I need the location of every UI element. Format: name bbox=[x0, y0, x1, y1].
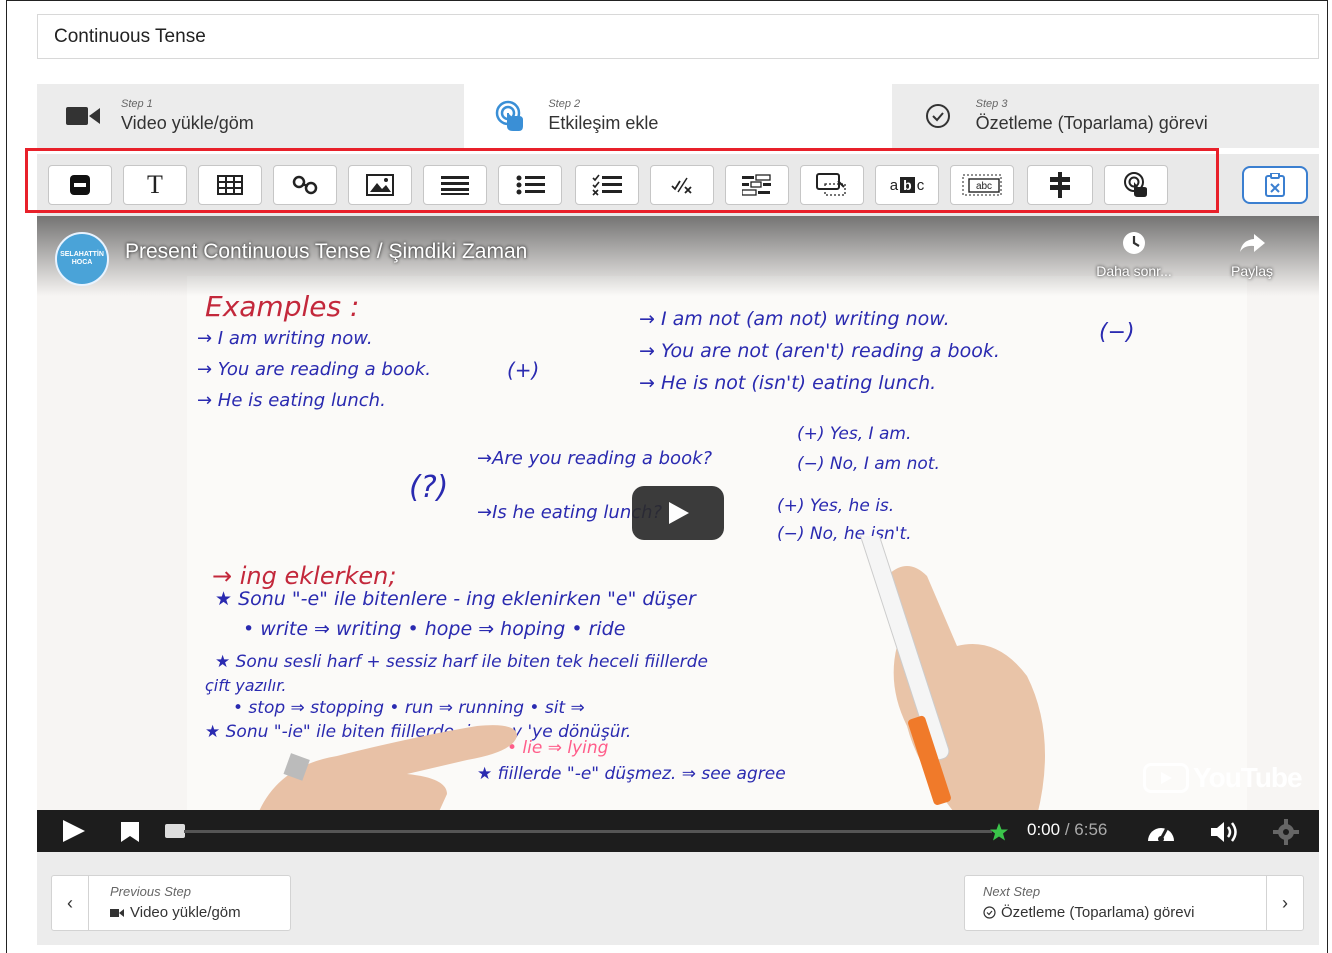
settings-button[interactable] bbox=[1273, 819, 1299, 850]
play-icon bbox=[63, 820, 85, 842]
clipboard-icon bbox=[1265, 173, 1285, 197]
board-ing-head: → ing eklerken; bbox=[212, 562, 397, 590]
interaction-marker[interactable] bbox=[989, 822, 1009, 847]
video-player[interactable]: Examples : → I am writing now. → You are… bbox=[37, 216, 1319, 852]
step-2-tab[interactable]: Step 2 Etkileşim ekle bbox=[464, 84, 892, 148]
gear-icon bbox=[1273, 819, 1299, 845]
step-label: Video yükle/göm bbox=[121, 113, 254, 133]
chevron-right-icon: › bbox=[1266, 876, 1303, 930]
paste-button[interactable] bbox=[1242, 166, 1308, 204]
video-title[interactable]: Present Continuous Tense / Şimdiki Zaman bbox=[125, 240, 527, 264]
volume-button[interactable] bbox=[1209, 819, 1241, 850]
step-label: Özetleme (Toparlama) görevi bbox=[975, 113, 1208, 133]
previous-step-button[interactable]: ‹ Previous Step Video yükle/göm bbox=[51, 875, 291, 931]
step-tabs: Step 1 Video yükle/göm Step 2 Etkileşim … bbox=[37, 84, 1319, 148]
watch-later-label: Daha sonr... bbox=[1096, 263, 1172, 279]
step-1-tab[interactable]: Step 1 Video yükle/göm bbox=[37, 84, 464, 148]
play-button[interactable] bbox=[61, 819, 87, 848]
board-r1: ★ Sonu "-e" ile bitenlere - ing eklenirk… bbox=[215, 588, 696, 610]
board-q-sign: (?) bbox=[409, 470, 449, 505]
board-pos2: → You are reading a book. bbox=[197, 359, 432, 380]
progress-bar[interactable] bbox=[184, 830, 992, 833]
time-separator: / bbox=[1060, 820, 1075, 839]
single-choice-icon[interactable] bbox=[498, 165, 562, 205]
board-neg1: → I am not (am not) writing now. bbox=[639, 308, 950, 330]
table-icon[interactable] bbox=[198, 165, 262, 205]
check-circle-icon bbox=[918, 101, 958, 131]
youtube-play-icon bbox=[1143, 763, 1189, 793]
touch-icon bbox=[490, 100, 530, 131]
true-false-icon[interactable] bbox=[650, 165, 714, 205]
bookmark-icon bbox=[121, 822, 139, 842]
next-step-button[interactable]: Next Step Özetleme (Toparlama) görevi › bbox=[964, 875, 1304, 931]
link-icon[interactable] bbox=[273, 165, 337, 205]
label-icon[interactable] bbox=[48, 165, 112, 205]
navigation-hotspot-icon[interactable] bbox=[1104, 165, 1168, 205]
board-neg-sign: (−) bbox=[1099, 320, 1135, 345]
board-a1: (+) Yes, I am. bbox=[797, 424, 912, 444]
board-neg2: → You are not (aren't) reading a book. bbox=[639, 340, 1000, 362]
mark-words-icon[interactable]: abc bbox=[875, 165, 939, 205]
step-number: Step 3 bbox=[975, 98, 1008, 110]
previous-step-name: Video yükle/göm bbox=[130, 904, 241, 921]
video-camera-icon bbox=[110, 908, 124, 917]
board-a2: (−) No, I am not. bbox=[797, 454, 940, 474]
bookmark-button[interactable] bbox=[120, 821, 140, 848]
youtube-logo[interactable]: YouTube bbox=[1143, 762, 1303, 794]
step-number: Step 1 bbox=[121, 98, 153, 110]
playback-rate-button[interactable] bbox=[1145, 819, 1177, 850]
speedometer-icon bbox=[1148, 827, 1174, 842]
image-icon[interactable] bbox=[348, 165, 412, 205]
channel-avatar[interactable]: SELAHATTİN HOCA bbox=[55, 232, 109, 286]
star-icon bbox=[990, 823, 1008, 841]
board-q1: →Are you reading a book? bbox=[477, 448, 713, 469]
right-hand-image bbox=[847, 536, 1045, 816]
youtube-wordmark: YouTube bbox=[1193, 762, 1303, 793]
text-icon[interactable]: T bbox=[123, 165, 187, 205]
clock-icon bbox=[1123, 232, 1145, 254]
share-label: Paylaş bbox=[1230, 263, 1274, 279]
step-label: Etkileşim ekle bbox=[548, 113, 659, 133]
step-3-tab[interactable]: Step 3 Özetleme (Toparlama) görevi bbox=[892, 84, 1319, 148]
crossroads-icon[interactable] bbox=[1027, 165, 1093, 205]
next-step-value: Özetleme (Toparlama) görevi bbox=[983, 904, 1194, 921]
title-input[interactable]: Continuous Tense bbox=[37, 14, 1319, 59]
next-step-label: Next Step bbox=[983, 884, 1041, 899]
share-icon bbox=[1240, 234, 1265, 252]
video-controls: 0:00 / 6:56 bbox=[37, 810, 1319, 852]
fill-blanks-icon[interactable] bbox=[725, 165, 789, 205]
left-hand-image bbox=[257, 725, 517, 816]
step-number: Step 2 bbox=[548, 98, 581, 110]
previous-step-value: Video yükle/göm bbox=[110, 904, 241, 921]
board-r1a: • write ⇒ writing • hope ⇒ hoping • ride bbox=[243, 618, 626, 640]
play-button-large[interactable] bbox=[632, 486, 724, 540]
multiple-choice-icon[interactable] bbox=[575, 165, 639, 205]
next-step-name: Özetleme (Toparlama) görevi bbox=[1001, 904, 1195, 921]
chevron-left-icon: ‹ bbox=[52, 876, 89, 930]
volume-icon bbox=[1211, 822, 1237, 842]
video-camera-icon bbox=[63, 101, 103, 131]
previous-step-label: Previous Step bbox=[110, 884, 191, 899]
board-pos-sign: (+) bbox=[507, 358, 540, 382]
time-display: 0:00 / 6:56 bbox=[1027, 820, 1107, 840]
drag-text-icon[interactable]: abc bbox=[950, 165, 1014, 205]
board-neg3: → He is not (isn't) eating lunch. bbox=[639, 372, 937, 394]
board-a3: (+) Yes, he is. bbox=[777, 496, 895, 516]
time-current: 0:00 bbox=[1027, 820, 1061, 839]
check-circle-icon bbox=[983, 906, 996, 919]
board-pos1: → I am writing now. bbox=[197, 328, 373, 349]
watch-later-button[interactable]: Daha sonr... bbox=[1089, 230, 1179, 279]
drag-drop-icon[interactable] bbox=[800, 165, 864, 205]
svg-text:abc: abc bbox=[976, 181, 992, 192]
play-icon bbox=[669, 502, 689, 524]
seek-handle[interactable] bbox=[165, 824, 185, 838]
share-button[interactable]: Paylaş bbox=[1207, 230, 1297, 279]
board-pos3: → He is eating lunch. bbox=[197, 390, 386, 411]
time-total: 6:56 bbox=[1074, 820, 1108, 839]
channel-logo-text: SELAHATTİN HOCA bbox=[60, 251, 104, 266]
statements-icon[interactable] bbox=[423, 165, 487, 205]
